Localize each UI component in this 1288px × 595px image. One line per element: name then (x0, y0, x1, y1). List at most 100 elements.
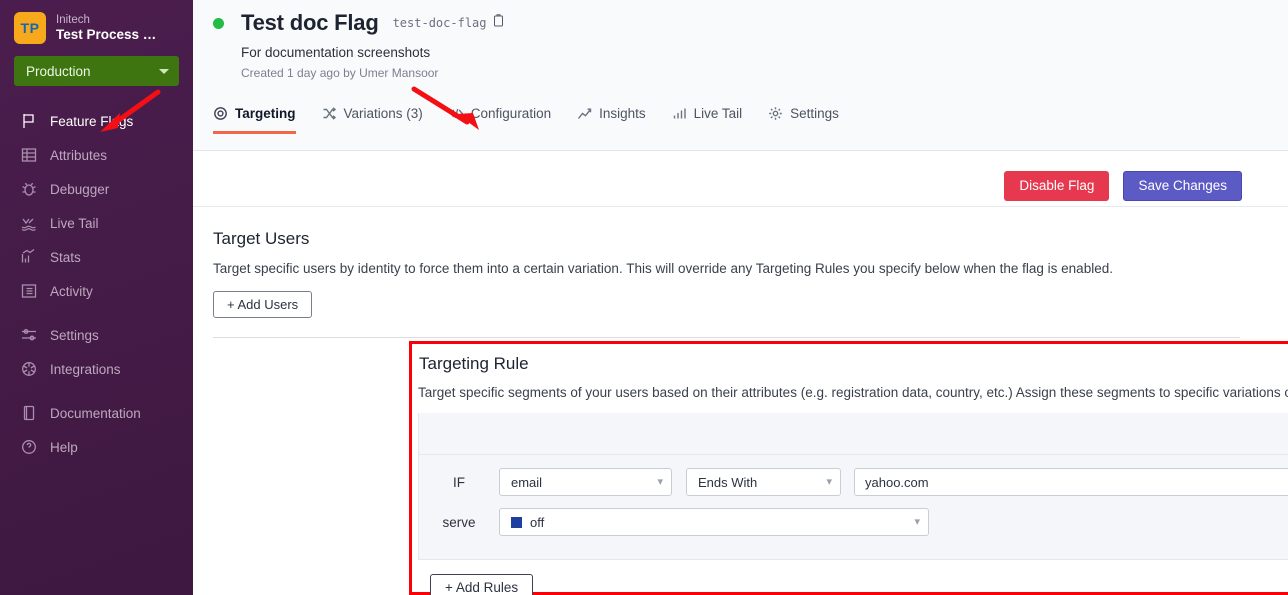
nav-group-divider-2 (0, 386, 193, 396)
brand-block[interactable]: TP Initech Test Process … (0, 0, 193, 44)
target-users-section: Target Users Target specific users by id… (193, 207, 1288, 318)
project-logo: TP (14, 12, 46, 44)
action-bar: Disable Flag Save Changes (193, 151, 1288, 207)
tab-configuration[interactable]: Configuration (449, 100, 551, 134)
flag-created-meta: Created 1 day ago by Umer Mansoor (241, 66, 439, 80)
targeting-rule-title: Targeting Rule (419, 354, 529, 373)
status-indicator-dot (213, 17, 224, 29)
chart-icon (20, 248, 38, 266)
flag-icon (20, 112, 38, 130)
tab-label: Targeting (235, 106, 296, 121)
sliders-icon (20, 326, 38, 344)
environment-selector[interactable]: Production (14, 56, 179, 86)
book-icon (20, 404, 38, 422)
serve-label: serve (442, 514, 476, 530)
sidebar-item-label: Settings (50, 327, 99, 343)
add-users-button[interactable]: + Add Users (213, 291, 313, 318)
page-title: Test doc Flag (241, 10, 379, 35)
rule-condition-row: IF email ▾ Ends With ▾ yahoo.com + (419, 465, 1288, 499)
table-icon (20, 146, 38, 164)
sidebar-item-label: Attributes (50, 147, 108, 163)
sidebar-item-documentation[interactable]: Documentation (0, 396, 193, 430)
sidebar-item-stats[interactable]: Stats (0, 240, 193, 274)
serve-variation-value-wrap: off (511, 515, 544, 530)
tab-targeting[interactable]: Targeting (213, 100, 296, 134)
condition-value-input[interactable]: yahoo.com (854, 468, 1288, 496)
targeting-rule-inner: Targeting Rule Target specific segments … (412, 344, 1288, 595)
chevron-down-icon: ▾ (826, 475, 832, 488)
sidebar-item-label: Activity (50, 283, 93, 299)
variation-color-swatch (511, 516, 522, 528)
operator-select-value: Ends With (698, 474, 758, 490)
sidebar-item-live-tail[interactable]: Live Tail (0, 206, 193, 240)
target-users-description: Target specific users by identity to for… (213, 261, 1113, 276)
environment-label: Production (26, 63, 91, 79)
attribute-select[interactable]: email ▾ (499, 468, 672, 496)
add-rules-button[interactable]: + Add Rules (430, 574, 534, 595)
serve-variation-value: off (530, 514, 545, 530)
tab-label: Live Tail (693, 106, 743, 121)
copy-icon[interactable] (493, 14, 504, 32)
rule-serve-row: serve off ▾ (419, 505, 1288, 539)
tab-bar: Targeting Variations (3) Configuration I… (193, 94, 1288, 134)
chevron-down-icon: ▾ (657, 475, 663, 488)
sidebar-item-activity[interactable]: Activity (0, 274, 193, 308)
project-name: Test Process … (56, 26, 157, 42)
section-divider (213, 337, 1240, 338)
tab-live-tail[interactable]: Live Tail (672, 100, 743, 134)
target-users-title: Target Users (213, 229, 310, 248)
nav-group-divider (0, 308, 193, 318)
sidebar-item-settings[interactable]: Settings (0, 318, 193, 352)
trend-icon (577, 106, 592, 121)
app-root: TP Initech Test Process … Production Fea… (0, 0, 1288, 595)
chevron-down-icon: ▾ (914, 515, 920, 528)
tab-label: Variations (3) (343, 106, 423, 121)
brand-text: Initech Test Process … (56, 14, 156, 42)
sidebar-item-integrations[interactable]: Integrations (0, 352, 193, 386)
sidebar-item-label: Debugger (50, 181, 110, 197)
list-icon (20, 282, 38, 300)
rule-body: IF email ▾ Ends With ▾ yahoo.com + (419, 455, 1288, 559)
tab-settings[interactable]: Settings (768, 100, 839, 134)
tab-label: Configuration (470, 106, 552, 121)
sidebar-item-feature-flags[interactable]: Feature Flags (0, 104, 193, 138)
shuffle-icon (322, 106, 337, 121)
targeting-rule-description: Target specific segments of your users b… (418, 385, 1288, 400)
tab-label: Settings (790, 106, 839, 121)
sidebar-item-attributes[interactable]: Attributes (0, 138, 193, 172)
sidebar-item-help[interactable]: Help (0, 430, 193, 464)
bars-icon (672, 106, 687, 121)
rule-box-header (419, 413, 1288, 455)
sidebar-item-debugger[interactable]: Debugger (0, 172, 193, 206)
tab-variations[interactable]: Variations (3) (322, 100, 423, 134)
targeting-rule-card: Targeting Rule Target specific segments … (409, 341, 1288, 595)
whale-icon (20, 214, 38, 232)
attribute-select-value: email (511, 474, 543, 490)
save-changes-button[interactable]: Save Changes (1123, 170, 1242, 201)
add-rules-wrap: + Add Rules (418, 560, 1288, 595)
tab-insights[interactable]: Insights (577, 100, 646, 134)
question-circle-icon (20, 438, 38, 456)
sidebar-item-label: Documentation (50, 405, 141, 421)
sidebar-item-label: Stats (50, 249, 81, 265)
sidebar-item-label: Help (50, 439, 78, 455)
sidebar-nav: Feature Flags Attributes Debugger Live T… (0, 104, 193, 464)
code-icon (449, 106, 464, 121)
tab-label: Insights (599, 106, 646, 121)
bug-icon (20, 180, 38, 198)
disable-flag-button[interactable]: Disable Flag (1004, 170, 1110, 201)
sidebar-item-label: Live Tail (50, 215, 99, 231)
flag-title-row: Test doc Flag test-doc-flag (193, 10, 1288, 36)
sidebar-item-label: Feature Flags (50, 113, 134, 129)
flag-description: For documentation screenshots (241, 45, 431, 60)
page-header: Test doc Flag test-doc-flag For document… (193, 0, 1288, 151)
rule-box: IF email ▾ Ends With ▾ yahoo.com + (418, 413, 1288, 560)
operator-select[interactable]: Ends With ▾ (686, 468, 841, 496)
flag-key: test-doc-flag (392, 16, 487, 30)
sidebar-item-label: Integrations (50, 361, 121, 377)
serve-variation-select[interactable]: off ▾ (499, 508, 929, 536)
gear-icon (768, 106, 783, 121)
target-icon (213, 106, 228, 121)
org-name: Initech (56, 14, 90, 26)
main-content: Test doc Flag test-doc-flag For document… (193, 0, 1288, 595)
